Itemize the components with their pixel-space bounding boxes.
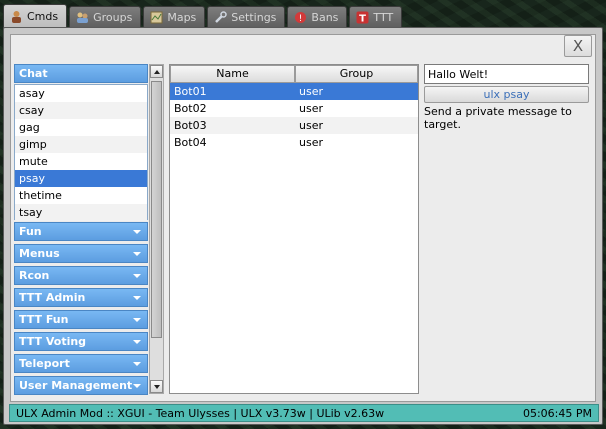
close-button[interactable]: X (564, 35, 592, 57)
scroll-up-button[interactable] (150, 65, 163, 78)
table-row[interactable]: Bot04 user (170, 134, 418, 151)
category-label: Menus (19, 247, 60, 260)
tab-label: Bans (311, 11, 339, 24)
player-name: Bot04 (174, 136, 207, 149)
player-name: Bot01 (174, 85, 207, 98)
version-info: ULX Admin Mod :: XGUI - Team Ulysses | U… (16, 406, 385, 420)
column-header-name[interactable]: Name (170, 65, 295, 83)
clock: 05:06:45 PM (522, 406, 592, 420)
column-header-group[interactable]: Group (295, 65, 418, 83)
category-user-management[interactable]: User Management (14, 376, 148, 395)
tab-bar: Cmds Groups Maps Settings ! Bans T TTT (3, 4, 403, 28)
scroll-thumb[interactable] (151, 81, 162, 338)
category-ttt-admin[interactable]: TTT Admin (14, 288, 148, 307)
table-row[interactable]: Bot02 user (170, 100, 418, 117)
command-item-psay[interactable]: psay (15, 170, 147, 187)
table-row[interactable]: Bot03 user (170, 117, 418, 134)
user-icon (9, 10, 23, 24)
tab-maps[interactable]: Maps (143, 6, 206, 28)
chevron-down-icon (133, 361, 141, 366)
svg-text:T: T (359, 14, 366, 25)
tab-label: TTT (373, 11, 394, 24)
category-label: Chat (19, 67, 48, 80)
close-icon: X (572, 37, 584, 55)
target-list: Name Group Bot01 user Bot02 user Bot03 u… (169, 64, 419, 394)
chevron-down-icon (133, 229, 141, 234)
category-ttt-voting[interactable]: TTT Voting (14, 332, 148, 351)
player-group: user (299, 119, 323, 132)
player-name: Bot02 (174, 102, 207, 115)
svg-text:!: ! (299, 14, 303, 24)
command-item-csay[interactable]: csay (15, 102, 147, 119)
category-ttt-fun[interactable]: TTT Fun (14, 310, 148, 329)
wrench-icon (213, 11, 227, 25)
command-item-tsay[interactable]: tsay (15, 204, 147, 221)
tab-groups[interactable]: Groups (69, 6, 142, 28)
chevron-down-icon (133, 273, 141, 278)
player-group: user (299, 85, 323, 98)
category-label: TTT Fun (19, 313, 69, 326)
command-item-asay[interactable]: asay (15, 85, 147, 102)
command-item-gimp[interactable]: gimp (15, 136, 147, 153)
arrow-up-icon (153, 69, 160, 74)
tab-settings[interactable]: Settings (207, 6, 286, 28)
ttt-icon: T (355, 11, 369, 25)
tab-label: Maps (167, 11, 197, 24)
ban-icon: ! (293, 11, 307, 25)
arrow-down-icon (153, 384, 160, 389)
chevron-down-icon (133, 295, 141, 300)
category-label: TTT Voting (19, 335, 87, 348)
groups-icon (75, 11, 89, 25)
category-chat[interactable]: Chat (14, 64, 148, 83)
category-rcon[interactable]: Rcon (14, 266, 148, 285)
chevron-down-icon (133, 251, 141, 256)
tab-bans[interactable]: ! Bans (287, 6, 348, 28)
category-fun[interactable]: Fun (14, 222, 148, 241)
category-menus[interactable]: Menus (14, 244, 148, 263)
player-group: user (299, 136, 323, 149)
chevron-down-icon (133, 339, 141, 344)
tab-cmds[interactable]: Cmds (3, 4, 68, 28)
category-scrollbar[interactable] (149, 64, 164, 394)
command-item-thetime[interactable]: thetime (15, 187, 147, 204)
target-list-header: Name Group (170, 65, 418, 83)
player-group: user (299, 102, 323, 115)
command-help-text: Send a private message to target. (424, 105, 572, 131)
tab-label: Cmds (27, 10, 59, 23)
scroll-down-button[interactable] (150, 380, 163, 393)
chevron-down-icon (133, 317, 141, 322)
map-icon (149, 11, 163, 25)
category-teleport[interactable]: Teleport (14, 354, 148, 373)
tab-label: Groups (93, 11, 133, 24)
category-label: User Management (19, 379, 133, 392)
category-label: Fun (19, 225, 42, 238)
category-label: TTT Admin (19, 291, 86, 304)
tab-ttt[interactable]: T TTT (349, 6, 403, 28)
run-command-button[interactable]: ulx psay (424, 86, 589, 103)
chat-command-list: asay csay gag gimp mute psay thetime tsa… (14, 84, 148, 221)
chevron-down-icon (133, 383, 141, 388)
command-item-mute[interactable]: mute (15, 153, 147, 170)
player-name: Bot03 (174, 119, 207, 132)
command-item-gag[interactable]: gag (15, 119, 147, 136)
category-label: Teleport (19, 357, 70, 370)
tab-label: Settings (231, 11, 277, 24)
table-row[interactable]: Bot01 user (170, 83, 418, 100)
status-bar: ULX Admin Mod :: XGUI - Team Ulysses | U… (9, 404, 599, 422)
category-label: Rcon (19, 269, 50, 282)
message-input[interactable] (424, 64, 589, 84)
